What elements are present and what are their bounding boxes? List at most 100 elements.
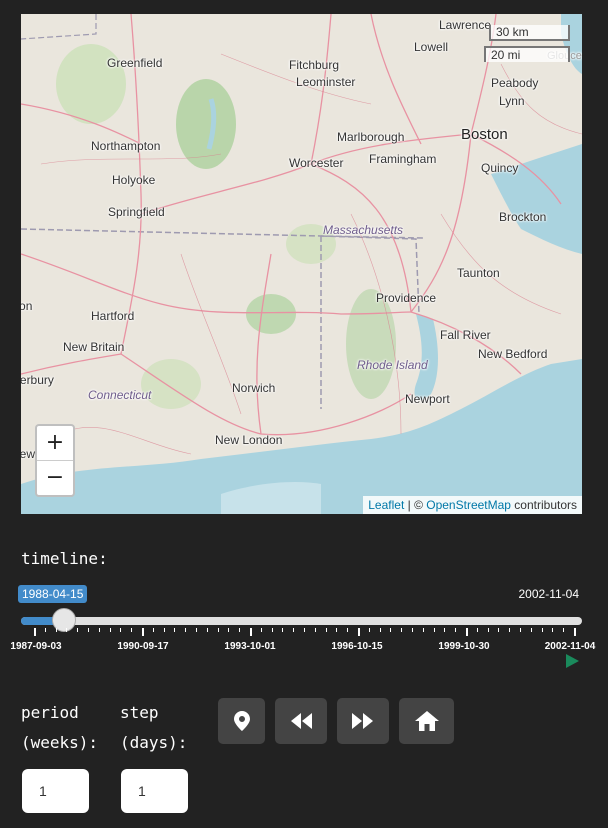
slider-tick [206, 628, 208, 632]
scale-bar-km: 30 km [489, 25, 570, 41]
slider-tick [541, 628, 543, 632]
slider-tick [498, 628, 500, 632]
location-pin-icon [233, 711, 250, 731]
place-label: Springfield [108, 205, 165, 219]
slider-tick [44, 628, 46, 632]
slider-tick [368, 628, 370, 632]
slider-tick [109, 628, 111, 632]
place-label: Providence [376, 291, 437, 305]
slider-tick [304, 628, 305, 632]
place-label: Lowell [414, 40, 449, 54]
attribution-separator: | © [404, 498, 427, 512]
slider-tick [574, 628, 576, 636]
place-label: Taunton [457, 266, 500, 280]
slider-tick [530, 628, 532, 632]
tick-label: 2002-11-04 [544, 641, 596, 652]
place-label: Waterbury [21, 373, 54, 387]
slider-tick [444, 628, 446, 632]
tick-label: 1987-09-03 [10, 641, 62, 652]
leaflet-link[interactable]: Leaflet [368, 498, 404, 512]
slider-tick [196, 628, 197, 632]
tick-label: 1993-10-01 [224, 641, 276, 652]
tick-label: 1996-10-15 [331, 641, 383, 652]
step-input[interactable]: 1 [121, 769, 188, 813]
attribution-suffix: contributors [510, 498, 577, 512]
slider-tick [66, 628, 68, 632]
locate-button[interactable] [218, 698, 265, 744]
slider-tick [563, 628, 565, 632]
step-label-line2: (days): [120, 733, 188, 752]
slider-tick [520, 628, 521, 632]
state-label: Massachusetts [323, 223, 404, 237]
slider-ticks [0, 628, 608, 638]
place-label: Northampton [91, 139, 161, 153]
scale-bar-mi: 20 mi [484, 46, 570, 62]
place-label: New Britain [63, 340, 125, 354]
slider-tick [282, 628, 284, 632]
slider-tick [185, 628, 187, 632]
timeline-slider[interactable] [21, 608, 582, 632]
slider-tick [552, 628, 554, 632]
slider-tick [239, 628, 241, 632]
slider-tick [260, 628, 262, 632]
slider-tick [422, 628, 424, 632]
slider-tick [228, 628, 230, 632]
slider-tick [314, 628, 316, 632]
home-icon [414, 711, 439, 731]
slider-tick [293, 628, 295, 632]
slider-tick [412, 628, 413, 632]
osm-link[interactable]: OpenStreetMap [426, 498, 511, 512]
slider-tick [163, 628, 165, 632]
place-label: Fall River [440, 328, 491, 342]
place-label: Greenfield [107, 56, 163, 70]
place-label: Worcester [289, 156, 344, 170]
slider-tick [455, 628, 457, 632]
place-label: New Bedford [478, 347, 548, 361]
state-label: Connecticut [88, 388, 152, 402]
slider-tick [379, 628, 381, 632]
slider-tick [174, 628, 176, 632]
place-label: Holyoke [112, 173, 156, 187]
home-button[interactable] [399, 698, 454, 744]
zoom-out-button[interactable]: − [37, 461, 73, 495]
slider-tick [487, 628, 489, 632]
slider-tick [98, 628, 100, 632]
period-label: period (weeks): [21, 698, 98, 758]
slider-tick [77, 628, 79, 632]
period-label-line1: period [21, 703, 79, 722]
place-label: Fitchburg [289, 58, 340, 72]
step-label-line1: step [120, 703, 159, 722]
max-date-label: 2002-11-04 [518, 587, 580, 601]
period-label-line2: (weeks): [21, 733, 99, 752]
slider-tick [476, 628, 478, 632]
fast-forward-button[interactable] [337, 698, 389, 744]
place-label: Newport [405, 392, 450, 406]
slider-tick [250, 628, 252, 636]
step-label: step (days): [120, 698, 187, 758]
map[interactable]: Lawrence Lowell Greenfield Fitchburg Leo… [21, 14, 582, 514]
place-label: Norwich [232, 381, 276, 395]
current-date-badge: 1988-04-15 [18, 585, 88, 603]
place-label: New London [215, 433, 283, 447]
place-label: Peabody [491, 76, 539, 90]
rewind-button[interactable] [275, 698, 327, 744]
place-label: Framingham [369, 152, 437, 166]
period-input[interactable]: 1 [22, 769, 89, 813]
slider-tick [55, 628, 57, 632]
slider-tick [347, 628, 349, 632]
slider-tick [325, 628, 327, 632]
rewind-icon [291, 713, 312, 729]
slider-tick [131, 628, 133, 632]
slider-tick [433, 628, 435, 632]
zoom-control: + − [35, 424, 75, 497]
play-icon[interactable] [566, 654, 579, 668]
place-label: Marlborough [337, 130, 405, 144]
zoom-in-button[interactable]: + [37, 426, 73, 461]
slider-tick [336, 628, 338, 632]
place-label: Torrington [21, 299, 33, 313]
slider-tick [509, 628, 511, 632]
place-label: Hartford [91, 309, 135, 323]
slider-tick [120, 628, 122, 632]
slider-tick [466, 628, 468, 636]
place-label: Brockton [499, 210, 547, 224]
